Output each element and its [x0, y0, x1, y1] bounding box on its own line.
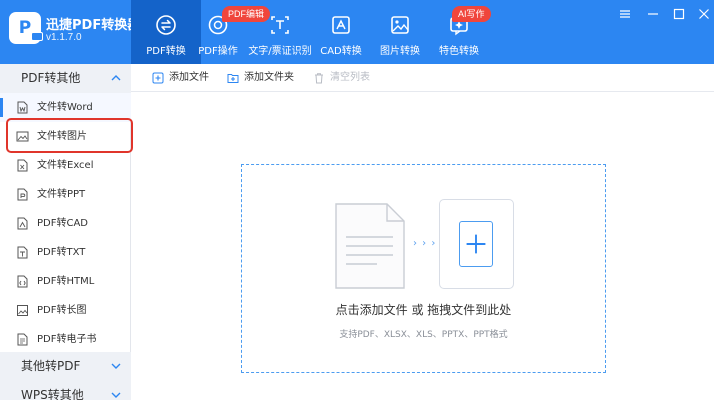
maximize-icon[interactable]: [673, 8, 685, 20]
sidebar: PDF转其他 文件转Word 文件转图片 文件转Excel 文件转PPT PDF…: [0, 64, 131, 400]
pdf-edit-badge[interactable]: PDF编辑: [222, 6, 271, 22]
minimize-icon[interactable]: [647, 8, 659, 20]
active-indicator: [0, 98, 3, 117]
html-icon: [17, 275, 28, 288]
ocr-icon: [271, 16, 289, 34]
sidebar-item-label: PDF转长图: [37, 305, 87, 316]
sidebar-item-label: PDF转TXT: [37, 247, 86, 258]
add-file-button[interactable]: 添加文件: [152, 64, 209, 92]
sidebar-item-to-txt[interactable]: PDF转TXT: [0, 238, 131, 267]
excel-icon: [17, 159, 28, 172]
clear-list-button[interactable]: 清空列表: [313, 64, 370, 92]
sidebar-item-label: PDF转电子书: [37, 334, 97, 345]
supported-formats: 支持PDF、XLSX、XLS、PPTX、PPT格式: [339, 330, 508, 340]
add-file-target[interactable]: [459, 221, 493, 267]
add-folder-button[interactable]: 添加文件夹: [227, 64, 294, 92]
sidebar-item-label: 文件转Word: [37, 102, 93, 113]
app-version: v1.1.7.0: [46, 32, 82, 43]
toolbar: 添加文件 添加文件夹 清空列表: [131, 64, 714, 92]
drop-instruction: 点击添加文件 或 拖拽文件到此处: [335, 303, 512, 317]
document-illustration-icon: [335, 203, 405, 289]
sidebar-group-pdf-to-other[interactable]: PDF转其他: [0, 64, 131, 93]
ebook-icon: [17, 333, 28, 346]
sidebar-group-wps-to-other[interactable]: WPS转其他: [0, 381, 131, 400]
tab-label: PDF操作: [198, 46, 238, 57]
group-label: PDF转其他: [21, 71, 81, 85]
cad-icon: [332, 16, 350, 34]
sidebar-item-to-long-image[interactable]: PDF转长图: [0, 296, 131, 325]
sidebar-item-label: 文件转PPT: [37, 189, 86, 200]
group-label: WPS转其他: [21, 388, 84, 400]
trash-icon: [315, 73, 323, 84]
add-folder-icon: [227, 74, 239, 83]
logo-tag-shape: [31, 32, 43, 41]
chevron-up-icon: [111, 75, 121, 81]
add-file-label: 添加文件: [169, 72, 209, 83]
sidebar-item-to-excel[interactable]: 文件转Excel: [0, 151, 131, 180]
menu-icon[interactable]: [619, 8, 631, 20]
add-folder-label: 添加文件夹: [244, 72, 294, 83]
tab-label: 特色转换: [439, 46, 479, 57]
sidebar-item-label: PDF转CAD: [37, 218, 89, 229]
word-icon: [17, 101, 28, 114]
sidebar-item-label: PDF转HTML: [37, 276, 95, 287]
chevron-down-icon: [111, 392, 121, 398]
ai-writing-badge[interactable]: AI写作: [452, 6, 491, 22]
add-file-icon: [152, 72, 164, 84]
convert-icon: [156, 15, 176, 35]
app-logo: P: [9, 12, 43, 44]
close-icon[interactable]: [698, 8, 710, 20]
clear-list-label: 清空列表: [330, 72, 370, 83]
chevron-down-icon: [111, 363, 121, 369]
ppt-icon: [17, 188, 28, 201]
tab-label: 文字/票证识别: [248, 46, 312, 57]
file-drop-zone[interactable]: [241, 164, 606, 373]
title-bar: P 迅捷PDF转换器 v1.1.7.0 PDF转换 PDF操作 文字/票证识别: [0, 0, 714, 64]
highlight-annotation-box: [6, 118, 133, 153]
image-icon: [391, 16, 409, 34]
sidebar-item-to-ebook[interactable]: PDF转电子书: [0, 325, 131, 354]
plus-icon: [466, 234, 486, 254]
sidebar-group-other-to-pdf[interactable]: 其他转PDF: [0, 352, 131, 381]
long-image-icon: [17, 305, 28, 316]
cad-file-icon: [17, 217, 28, 230]
group-label: 其他转PDF: [21, 359, 81, 373]
arrows-indicator: › › ›: [413, 238, 437, 249]
txt-icon: [17, 246, 28, 259]
sidebar-item-label: 文件转Excel: [37, 160, 94, 171]
sidebar-item-to-cad[interactable]: PDF转CAD: [0, 209, 131, 238]
app-name: 迅捷PDF转换器: [46, 18, 141, 33]
sidebar-item-to-html[interactable]: PDF转HTML: [0, 267, 131, 296]
sidebar-item-to-ppt[interactable]: 文件转PPT: [0, 180, 131, 209]
